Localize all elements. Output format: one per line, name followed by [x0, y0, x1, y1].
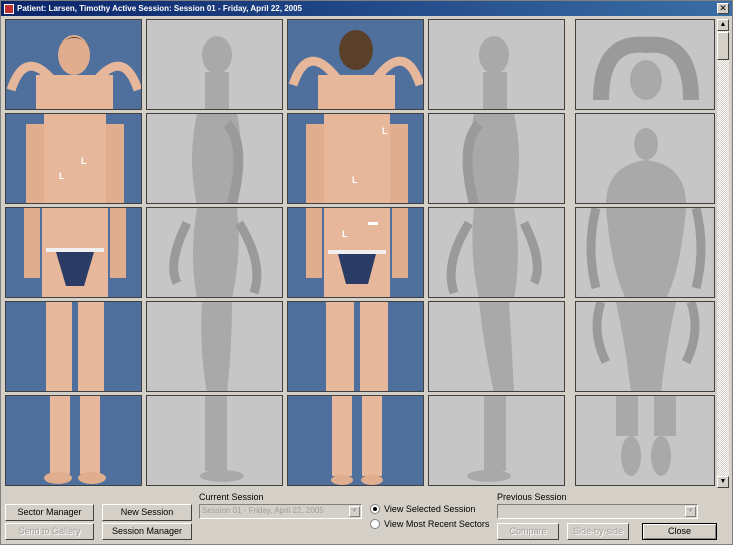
sector-front-thighs[interactable]	[5, 301, 142, 392]
sector-front-legs[interactable]	[5, 395, 142, 486]
view-most-recent-label: View Most Recent Sectors	[384, 519, 490, 529]
sector-side-left-head[interactable]	[146, 19, 283, 110]
previous-session-select[interactable]: ▼	[497, 504, 698, 519]
sector-back-head[interactable]	[287, 19, 424, 110]
current-session-select[interactable]: Session 01 - Friday, April 22, 2005 ▼	[199, 504, 362, 519]
sector-back-lower[interactable]: L	[287, 207, 424, 298]
scroll-up-icon[interactable]: ▲	[717, 19, 729, 31]
title-bar: Patient: Larsen, Timothy Active Session:…	[1, 1, 732, 16]
sector-side-left-pelvis[interactable]	[146, 207, 283, 298]
window-title: Patient: Larsen, Timothy Active Session:…	[17, 4, 302, 13]
current-session-label: Current Session	[199, 492, 264, 502]
previous-session-label: Previous Session	[497, 492, 567, 502]
sector-side-right-head[interactable]	[428, 19, 565, 110]
app-icon	[4, 3, 14, 14]
sector-marker[interactable]: L	[382, 126, 388, 136]
sector-side-right-legs[interactable]	[428, 395, 565, 486]
send-to-gallery-button[interactable]: Send to Gallery	[5, 523, 94, 540]
compare-button[interactable]: Compare	[497, 523, 559, 540]
sector-back-thighs[interactable]	[287, 301, 424, 392]
sector-back-legs[interactable]	[287, 395, 424, 486]
vertical-scrollbar[interactable]: ▲ ▼	[717, 19, 729, 488]
sector-marker[interactable]: L	[342, 229, 348, 239]
sector-marker[interactable]: L	[81, 156, 87, 166]
special-views-panel	[575, 19, 715, 488]
chevron-down-icon[interactable]: ▼	[349, 506, 360, 517]
radio-checked-icon[interactable]	[370, 504, 380, 514]
sector-raised-legs-view[interactable]	[575, 301, 715, 392]
view-selected-session-label: View Selected Session	[384, 504, 476, 514]
sector-marker[interactable]: L	[352, 175, 358, 185]
new-session-button[interactable]: New Session	[102, 504, 192, 521]
chevron-down-icon[interactable]: ▼	[685, 506, 696, 517]
close-icon[interactable]: ✕	[717, 3, 729, 14]
current-session-value: Session 01 - Friday, April 22, 2005	[202, 506, 324, 515]
body-map-window: Patient: Larsen, Timothy Active Session:…	[0, 0, 733, 545]
sector-manager-button[interactable]: Sector Manager	[5, 504, 94, 521]
sector-side-left-chest[interactable]	[146, 113, 283, 204]
radio-unchecked-icon[interactable]	[370, 519, 380, 529]
sector-front-chest[interactable]: L L	[5, 113, 142, 204]
side-by-side-button[interactable]: Side-by-side	[567, 523, 629, 540]
sector-side-left-legs[interactable]	[146, 395, 283, 486]
session-manager-button[interactable]: Session Manager	[102, 523, 192, 540]
view-most-recent-radio[interactable]: View Most Recent Sectors	[370, 519, 489, 529]
sector-grid: L L L L L	[5, 19, 568, 488]
sector-front-head[interactable]	[5, 19, 142, 110]
sector-side-left-thighs[interactable]	[146, 301, 283, 392]
view-selected-session-radio[interactable]: View Selected Session	[370, 504, 475, 514]
scroll-thumb[interactable]	[717, 32, 729, 60]
sector-raised-head-view[interactable]	[575, 113, 715, 204]
sector-back-upper[interactable]: L L	[287, 113, 424, 204]
sector-marker[interactable]: L	[59, 171, 65, 181]
sector-side-right-pelvis[interactable]	[428, 207, 565, 298]
scroll-down-icon[interactable]: ▼	[717, 476, 729, 488]
sector-front-pelvis[interactable]	[5, 207, 142, 298]
sector-soles-view[interactable]	[575, 395, 715, 486]
sector-side-right-chest[interactable]	[428, 113, 565, 204]
close-button[interactable]: Close	[642, 523, 717, 540]
sector-side-right-thighs[interactable]	[428, 301, 565, 392]
sector-top-view[interactable]	[575, 19, 715, 110]
sector-raised-pelvis-view[interactable]	[575, 207, 715, 298]
